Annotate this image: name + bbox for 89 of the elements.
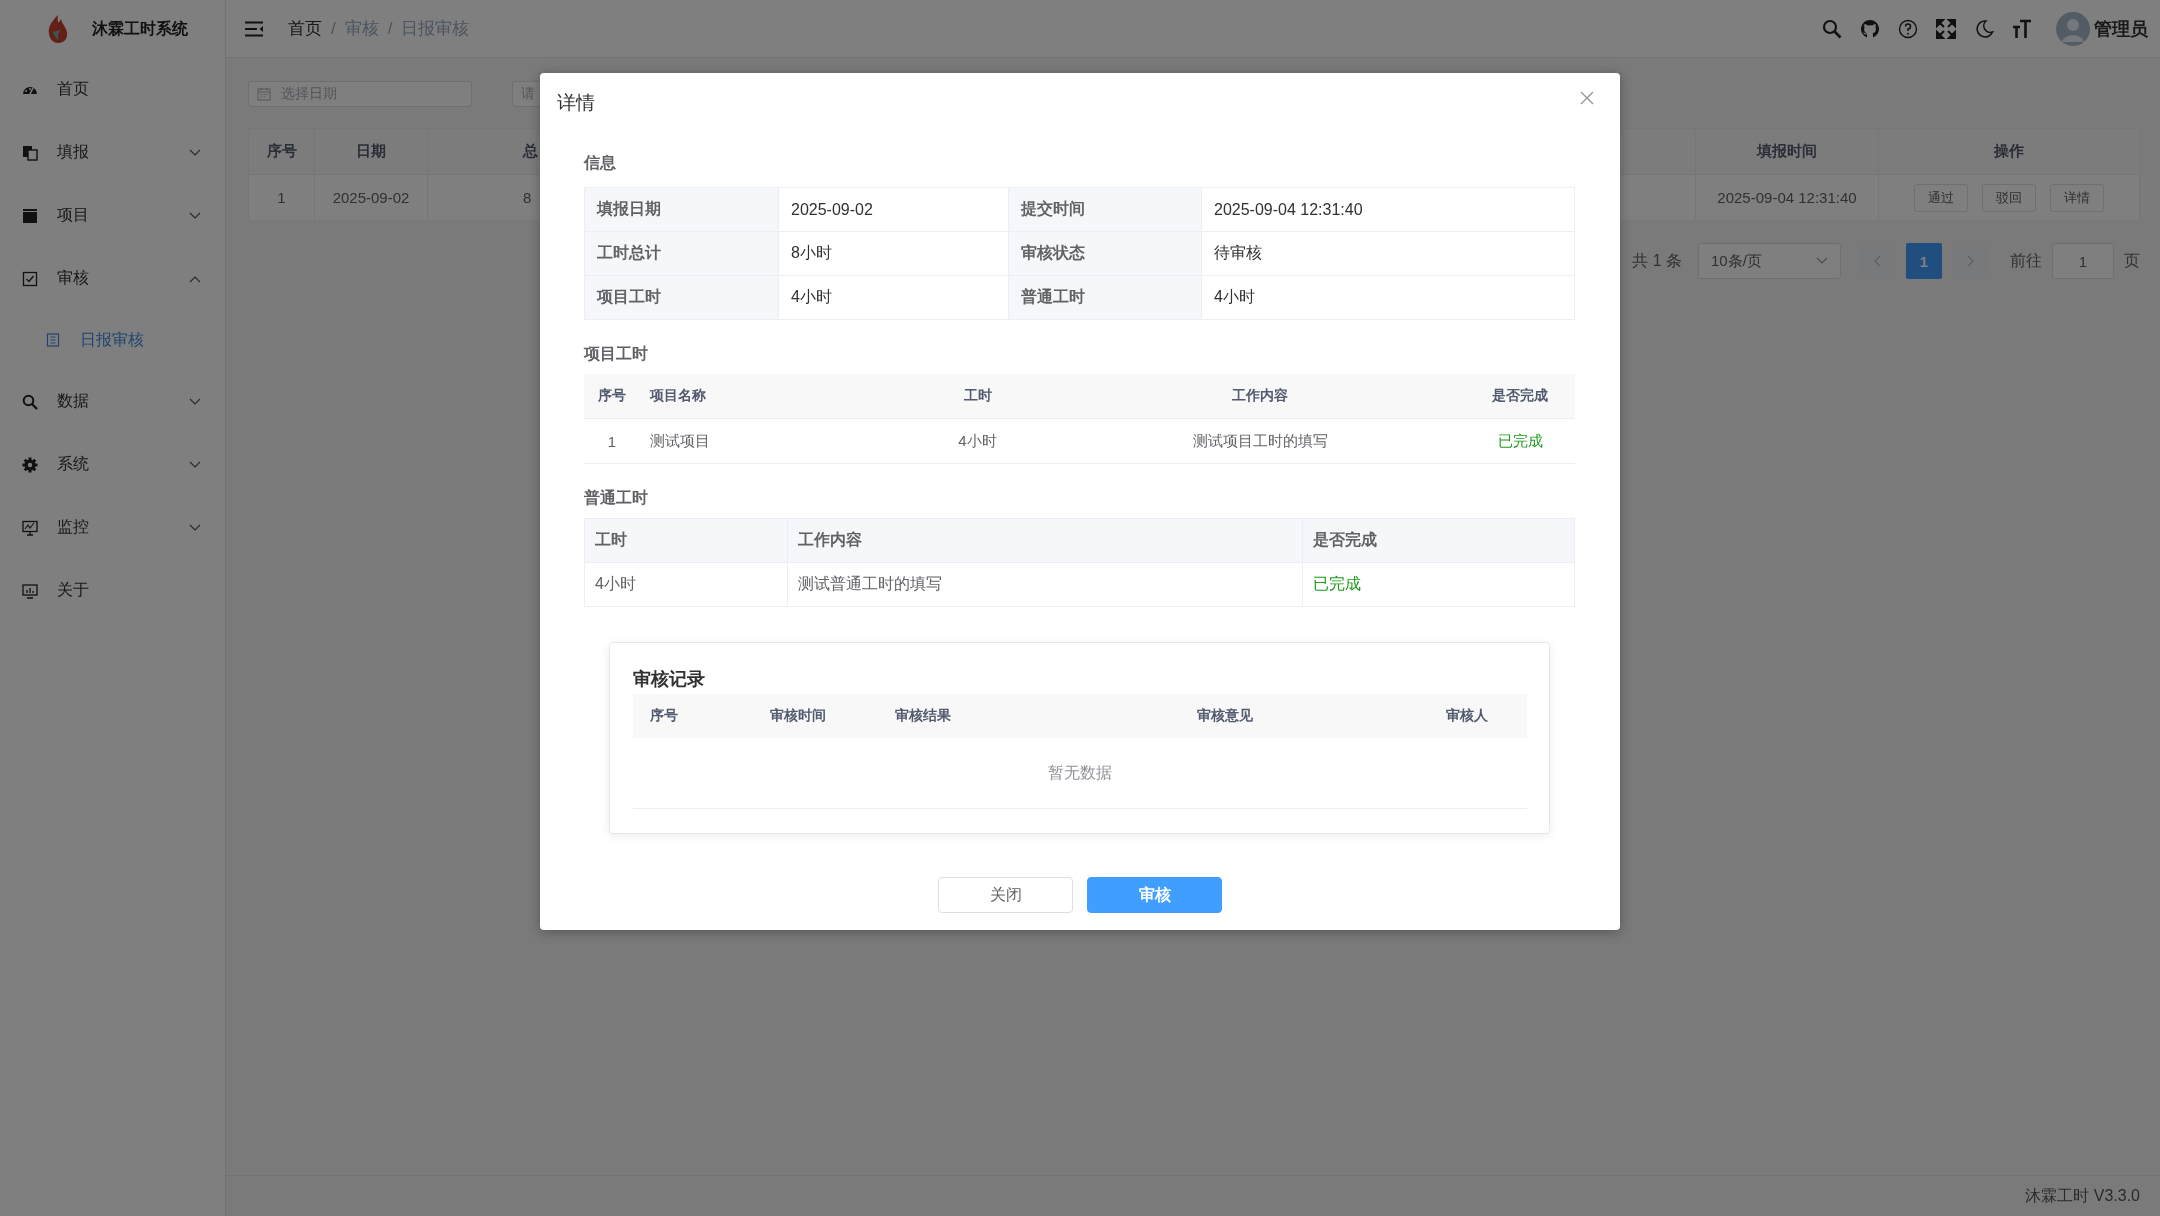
column-header: 审核人 (1445, 706, 1489, 725)
table-cell-text: 测试项目工时的填写 (1191, 430, 1329, 451)
menu-item[interactable]: 关于 (0, 559, 225, 622)
row-action-button[interactable]: 通过 (1914, 183, 1968, 212)
calendar-icon (257, 87, 271, 101)
column-header: 填报时间 (1696, 129, 1879, 174)
chevron-right-icon (1966, 255, 1974, 267)
column-header: 序号 (597, 386, 627, 405)
table-cell: 4小时 (585, 563, 788, 607)
search-icon[interactable] (1822, 18, 1842, 39)
menu-item[interactable]: 首页 (0, 58, 225, 121)
checkbox-icon (22, 270, 38, 287)
card-title: 审核记录 (633, 668, 706, 691)
menu-item[interactable]: 审核 (0, 247, 225, 310)
field-value: 4小时 (1202, 276, 1575, 320)
field-label: 项目工时 (585, 276, 779, 320)
field-value: 待审核 (1202, 232, 1575, 276)
row-action-button[interactable]: 详情 (2050, 183, 2104, 212)
column-header: 审核意见 (1196, 706, 1254, 725)
table-cell-text: 1 (606, 431, 618, 452)
font-size-icon[interactable] (2012, 18, 2032, 39)
gear-icon (22, 456, 38, 473)
submenu-item[interactable]: 日报审核 (0, 310, 225, 370)
column-header: 日期 (315, 129, 428, 174)
empty-text: 暂无数据 (1048, 762, 1112, 783)
status-text: 已完成 (1496, 430, 1544, 451)
menu-item[interactable]: 系统 (0, 433, 225, 496)
page-size-select[interactable]: 10条/页 (1698, 243, 1841, 279)
field-label: 提交时间 (1009, 188, 1202, 232)
dialog-title: 详情 (557, 91, 595, 115)
column-header: 审核时间 (769, 706, 827, 725)
section-title: 信息 (584, 152, 617, 173)
menu-icon[interactable] (244, 20, 264, 37)
footer-version: 沐霖工时 V3.3.0 (2025, 1185, 2140, 1206)
list-icon (46, 333, 60, 347)
menu-item[interactable]: 项目 (0, 184, 225, 247)
monitor-icon (22, 519, 38, 536)
menu-item[interactable]: 数据 (0, 370, 225, 433)
table-cell-text: 4小时 (957, 430, 998, 451)
github-icon[interactable] (1860, 18, 1880, 39)
page-jump-field[interactable]: 1 (2052, 243, 2114, 279)
table-cell-text: 测试项目 (649, 430, 711, 451)
section-title: 普通工时 (584, 487, 649, 508)
app-title: 沐霖工时系统 (92, 18, 188, 39)
jump-label: 前往 (2010, 250, 2042, 271)
field-label: 填报日期 (585, 188, 779, 232)
column-header: 序号 (649, 706, 679, 725)
table-cell: 1 (249, 175, 315, 220)
column-header: 工作内容 (1231, 386, 1289, 405)
total-count: 共 1 条 (1632, 250, 1682, 271)
chevron-left-icon (1874, 255, 1882, 267)
breadcrumb-separator: / (331, 18, 336, 39)
row-action-button[interactable]: 驳回 (1982, 183, 2036, 212)
review-button[interactable]: 审核 (1087, 877, 1222, 913)
field-label: 工时总计 (585, 232, 779, 276)
table-cell: 2025-09-04 12:31:40 (1696, 175, 1879, 220)
column-header: 审核结果 (894, 706, 952, 725)
close-button[interactable]: 关闭 (938, 877, 1073, 913)
fullscreen-icon[interactable] (1936, 18, 1956, 39)
chevron-icon (1816, 257, 1828, 265)
field-value: 2025-09-04 12:31:40 (1202, 188, 1575, 232)
documents-icon (22, 144, 38, 161)
column-header: 是否完成 (1491, 386, 1549, 405)
column-header: 项目名称 (648, 386, 707, 405)
section-title: 项目工时 (584, 343, 649, 364)
column-header: 序号 (249, 129, 315, 174)
status-text: 已完成 (1303, 563, 1575, 607)
breadcrumb-item[interactable]: 首页 (288, 17, 322, 40)
field-label: 普通工时 (1009, 276, 1202, 320)
table-cell: 测试普通工时的填写 (788, 563, 1303, 607)
search-icon (22, 393, 38, 410)
clapperboard-icon (22, 207, 38, 224)
column-header: 工时 (585, 519, 788, 563)
page-suffix: 页 (2124, 250, 2140, 271)
breadcrumb-separator: / (387, 18, 393, 39)
user-name[interactable]: 管理员 (2094, 16, 2148, 41)
column-header: 工时 (962, 386, 993, 405)
help-icon[interactable] (1898, 18, 1918, 39)
table-cell: 2025-09-02 (315, 175, 428, 220)
moon-icon[interactable] (1974, 18, 1994, 39)
field-label: 审核状态 (1009, 232, 1202, 276)
column-header: 工作内容 (788, 519, 1303, 563)
close-icon[interactable] (1580, 91, 1594, 105)
flame-icon (46, 14, 70, 44)
menu-item[interactable]: 监控 (0, 496, 225, 559)
column-header: 操作 (1993, 141, 2025, 161)
column-header: 是否完成 (1303, 519, 1575, 563)
screen-icon (22, 582, 38, 599)
menu-item[interactable]: 填报 (0, 121, 225, 184)
